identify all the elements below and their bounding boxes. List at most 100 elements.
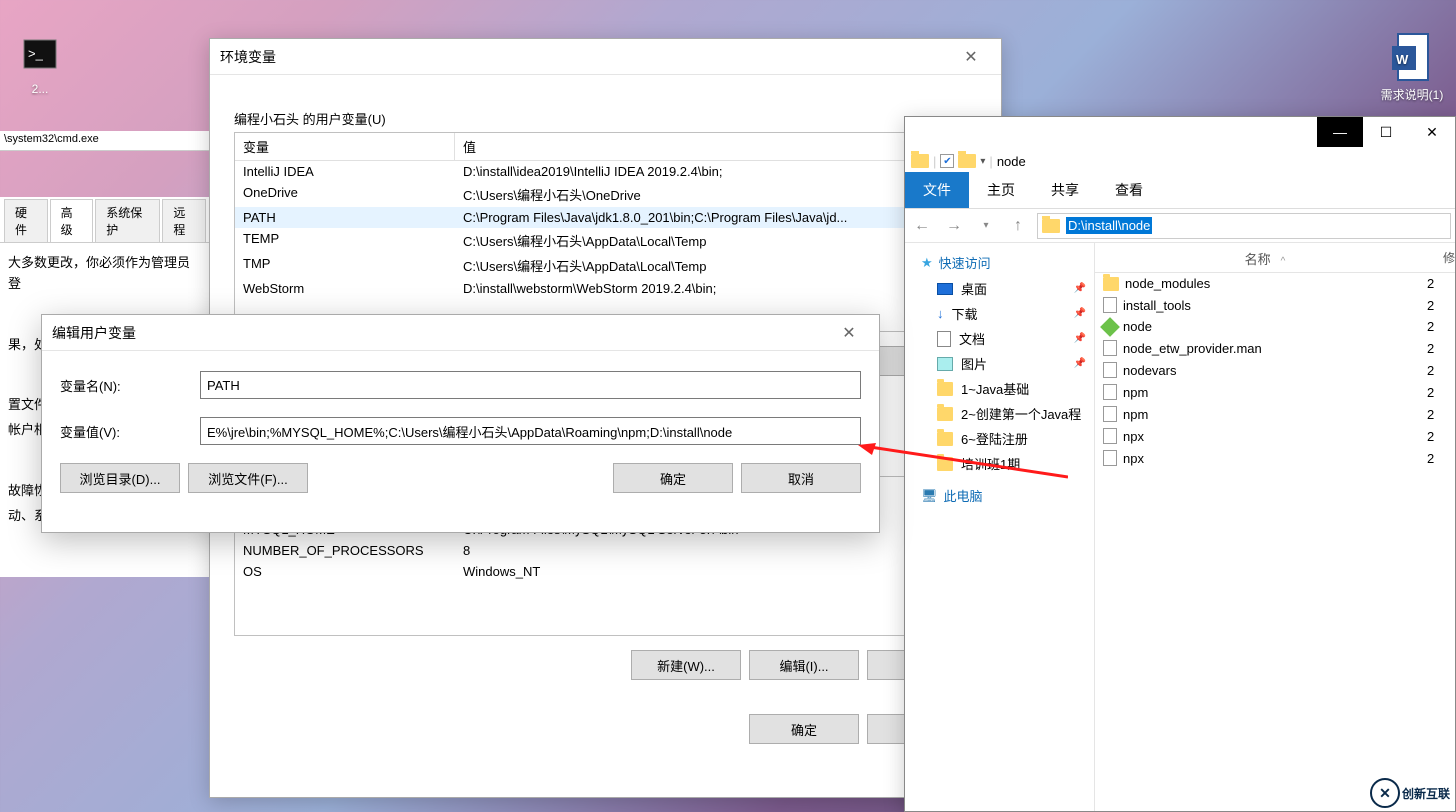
list-item[interactable]: install_tools2 <box>1095 294 1455 316</box>
close-icon[interactable]: ✕ <box>951 42 991 72</box>
edit-sys-var-button[interactable]: 编辑(I)... <box>749 650 859 680</box>
explorer-chrome: — ☐ ✕ <box>905 117 1455 147</box>
picture-icon <box>937 357 953 371</box>
th-value[interactable]: 值 <box>455 133 976 160</box>
explorer-qat: | ✔ ▾ | node <box>905 147 1455 175</box>
maximize-button[interactable]: ☐ <box>1363 117 1409 147</box>
checkbox-icon[interactable]: ✔ <box>940 154 954 168</box>
chevron-down-icon[interactable]: ▾ <box>980 156 985 167</box>
env-ok-button[interactable]: 确定 <box>749 714 859 744</box>
tab-advanced[interactable]: 高级 <box>50 199 94 242</box>
cell-value: 8 <box>455 540 976 561</box>
edit-ok-button[interactable]: 确定 <box>613 463 733 493</box>
sidebar-item-folder[interactable]: 培训班1期 <box>915 451 1094 476</box>
word-icon: W <box>1388 34 1436 82</box>
table-row[interactable]: IntelliJ IDEAD:\install\idea2019\Intelli… <box>235 161 976 182</box>
th-variable[interactable]: 变量 <box>235 133 455 160</box>
table-row[interactable]: NUMBER_OF_PROCESSORS8 <box>235 540 976 561</box>
sidebar-item-downloads[interactable]: ↓下载📌 <box>915 301 1094 326</box>
table-row[interactable]: OneDriveC:\Users\编程小石头\OneDrive <box>235 182 976 207</box>
sidebar-item-desktop[interactable]: 桌面📌 <box>915 276 1094 301</box>
sidebar-quick-access[interactable]: ★快速访问 <box>921 253 1094 272</box>
ribbon-tab-file[interactable]: 文件 <box>905 172 969 208</box>
nav-up-button[interactable]: ↑ <box>1005 213 1031 239</box>
file-modified: 2 <box>1427 276 1447 291</box>
cell-name: TMP <box>235 253 455 278</box>
address-bar[interactable]: D:\install\node <box>1037 213 1451 239</box>
col-name[interactable]: 名称 ^ <box>1095 243 1435 272</box>
sidebar-this-pc[interactable]: 🖥此电脑 <box>921 486 1094 505</box>
env-dialog-title: 环境变量 <box>220 47 276 67</box>
list-item[interactable]: npx2 <box>1095 447 1455 469</box>
browse-file-button[interactable]: 浏览文件(F)... <box>188 463 308 493</box>
pin-icon: 📌 <box>1074 333 1086 344</box>
file-modified: 2 <box>1427 429 1447 444</box>
sidebar-item-pictures[interactable]: 图片📌 <box>915 351 1094 376</box>
cell-value: C:\Program Files\Java\jdk1.8.0_201\bin;C… <box>455 207 976 228</box>
table-row[interactable]: PATHC:\Program Files\Java\jdk1.8.0_201\b… <box>235 207 976 228</box>
list-item[interactable]: node2 <box>1095 316 1455 337</box>
nav-back-button[interactable]: ← <box>909 213 935 239</box>
close-icon[interactable]: ✕ <box>829 318 869 348</box>
list-item[interactable]: npx2 <box>1095 425 1455 447</box>
explorer-title: node <box>997 154 1026 169</box>
file-icon <box>1103 428 1117 444</box>
sidebar-item-folder[interactable]: 1~Java基础 <box>915 376 1094 401</box>
ribbon-tab-view[interactable]: 查看 <box>1097 172 1161 208</box>
nav-history-button[interactable]: ▾ <box>973 213 999 239</box>
edit-dialog-title: 编辑用户变量 <box>52 323 136 343</box>
sidebar-item-documents[interactable]: 文档📌 <box>915 326 1094 351</box>
var-value-input[interactable] <box>200 417 861 445</box>
table-row[interactable]: TMPC:\Users\编程小石头\AppData\Local\Temp <box>235 253 976 278</box>
edit-cancel-button[interactable]: 取消 <box>741 463 861 493</box>
svg-text:>_: >_ <box>28 46 44 61</box>
edit-dialog-titlebar: 编辑用户变量 ✕ <box>42 315 879 351</box>
desktop-icon-cmd[interactable]: >_ 2... <box>0 30 80 96</box>
file-modified: 2 <box>1427 407 1447 422</box>
user-vars-table: 变量 值 IntelliJ IDEAD:\install\idea2019\In… <box>234 132 977 332</box>
file-name: install_tools <box>1123 298 1191 313</box>
cell-name: WebStorm <box>235 278 455 299</box>
file-list: 名称 ^ 修 node_modules2install_tools2node2n… <box>1095 243 1455 811</box>
cell-value: Windows_NT <box>455 561 976 582</box>
tab-hardware[interactable]: 硬件 <box>4 199 48 242</box>
table-row[interactable]: OSWindows_NT <box>235 561 976 582</box>
file-modified: 2 <box>1427 451 1447 466</box>
table-row[interactable]: WebStormD:\install\webstorm\WebStorm 201… <box>235 278 976 299</box>
minimize-button[interactable]: — <box>1317 117 1363 147</box>
tab-remote[interactable]: 远程 <box>162 199 206 242</box>
list-item[interactable]: node_etw_provider.man2 <box>1095 337 1455 359</box>
new-sys-var-button[interactable]: 新建(W)... <box>631 650 741 680</box>
list-item[interactable]: nodevars2 <box>1095 359 1455 381</box>
file-icon <box>1103 450 1117 466</box>
list-item[interactable]: node_modules2 <box>1095 273 1455 294</box>
tab-protection[interactable]: 系统保护 <box>95 199 160 242</box>
cell-value: D:\install\webstorm\WebStorm 2019.2.4\bi… <box>455 278 976 299</box>
sidebar-item-folder[interactable]: 2~创建第一个Java程 <box>915 401 1094 426</box>
cell-value: C:\Users\编程小石头\AppData\Local\Temp <box>455 253 976 278</box>
table-row[interactable]: TEMPC:\Users\编程小石头\AppData\Local\Temp <box>235 228 976 253</box>
folder-icon <box>1103 277 1119 291</box>
browse-dir-button[interactable]: 浏览目录(D)... <box>60 463 180 493</box>
ribbon-tab-share[interactable]: 共享 <box>1033 172 1097 208</box>
edit-user-var-dialog: 编辑用户变量 ✕ 变量名(N): 变量值(V): 浏览目录(D)... 浏览文件… <box>41 314 880 533</box>
col-modified[interactable]: 修 <box>1435 243 1455 272</box>
file-icon <box>1103 340 1117 356</box>
nav-forward-button[interactable]: → <box>941 213 967 239</box>
sidebar-item-folder[interactable]: 6~登陆注册 <box>915 426 1094 451</box>
svg-text:W: W <box>1396 52 1409 67</box>
ribbon-tab-home[interactable]: 主页 <box>969 172 1033 208</box>
folder-icon <box>937 382 953 396</box>
desktop-icon-word[interactable]: W 需求说明(1) <box>1372 34 1452 103</box>
file-modified: 2 <box>1427 319 1447 334</box>
cell-value: C:\Users\编程小石头\OneDrive <box>455 182 976 207</box>
folder-icon <box>958 154 976 168</box>
sort-indicator-icon: ^ <box>1281 256 1286 267</box>
list-item[interactable]: npm2 <box>1095 403 1455 425</box>
document-icon <box>937 331 951 347</box>
close-button[interactable]: ✕ <box>1409 117 1455 147</box>
list-item[interactable]: npm2 <box>1095 381 1455 403</box>
file-name: nodevars <box>1123 363 1176 378</box>
file-modified: 2 <box>1427 341 1447 356</box>
var-name-input[interactable] <box>200 371 861 399</box>
